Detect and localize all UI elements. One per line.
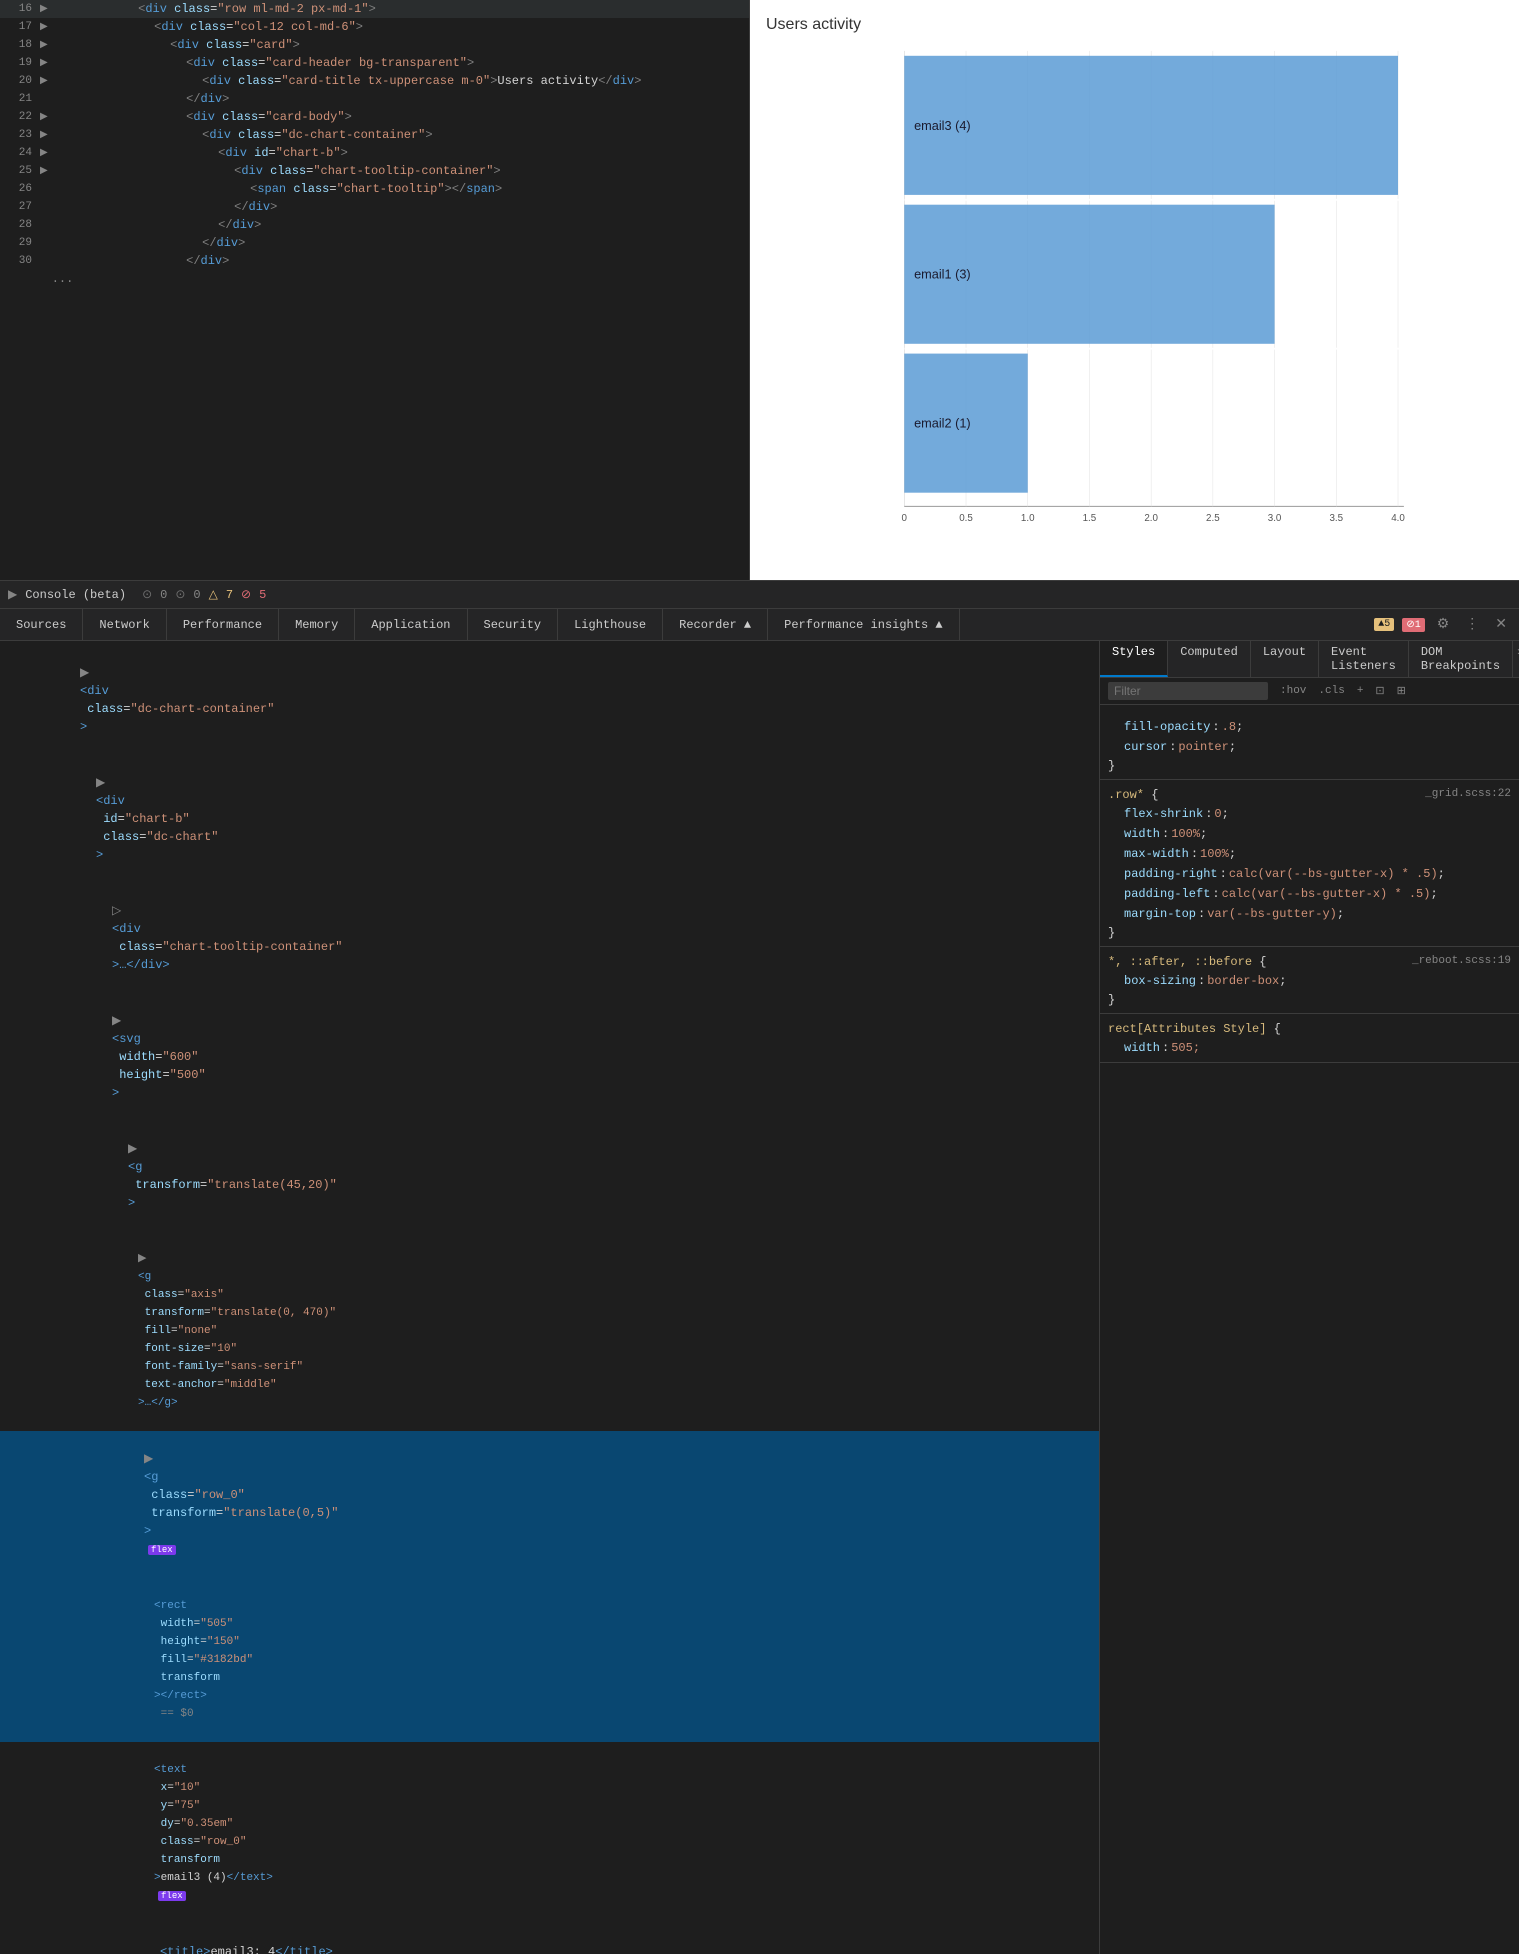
- more-options-icon[interactable]: ⋮: [1461, 614, 1483, 635]
- dom-line-6[interactable]: ▶ <g class="axis" transform="translate(0…: [0, 1231, 1099, 1431]
- styles-filter-input[interactable]: [1108, 682, 1268, 700]
- console-bar: ▶ Console (beta) ⊙ 0 ⊙ 0 △ 7 ⊘ 5: [0, 581, 1519, 609]
- styles-content: fill-opacity : .8 ; cursor : pointer ; }: [1100, 705, 1519, 1954]
- styles-tabs: Styles Computed Layout Event Listeners D…: [1100, 641, 1519, 678]
- dom-line-2[interactable]: ▶ <div id="chart-b" class="dc-chart" >: [0, 755, 1099, 883]
- tab-sources[interactable]: Sources: [0, 609, 83, 641]
- dom-line-5[interactable]: ▶ <g transform="translate(45,20)" >: [0, 1121, 1099, 1231]
- badge-count-2: 0: [193, 588, 200, 602]
- add-style-filter[interactable]: +: [1353, 684, 1368, 698]
- styles-tab-dom-breakpoints[interactable]: DOM Breakpoints: [1409, 641, 1513, 677]
- styles-tab-event-listeners[interactable]: Event Listeners: [1319, 641, 1409, 677]
- css-prop-margin-top: margin-top : var(--bs-gutter-y) ;: [1100, 904, 1519, 924]
- bar-label-email2: email2 (1): [914, 416, 971, 431]
- style-selector-2: .row* {: [1108, 788, 1158, 802]
- dom-line-7[interactable]: ▶ <g class="row_0" transform="translate(…: [0, 1431, 1099, 1578]
- tab-application[interactable]: Application: [355, 609, 467, 641]
- tab-security[interactable]: Security: [468, 609, 559, 641]
- css-prop-width-rect: width : 505;: [1100, 1038, 1519, 1058]
- styles-tab-styles[interactable]: Styles: [1100, 641, 1168, 677]
- copy-style-filter[interactable]: ⊡: [1371, 683, 1388, 699]
- devtools-tabs-bar: Sources Network Performance Memory Appli…: [0, 609, 1519, 641]
- styles-more-icon[interactable]: »: [1513, 641, 1519, 677]
- css-prop-cursor: cursor : pointer ;: [1100, 737, 1519, 757]
- main-container: 16 ▶ <div class="row ml-md-2 px-md-1"> 1…: [0, 0, 1519, 977]
- bar-email3[interactable]: [904, 56, 1398, 195]
- style-selector-3: *, ::after, ::before {: [1108, 955, 1266, 969]
- top-section: 16 ▶ <div class="row ml-md-2 px-md-1"> 1…: [0, 0, 1519, 580]
- devtools-content: ▶ <div class="dc-chart-container" > ▶ <d…: [0, 641, 1519, 1954]
- tab-performance-insights[interactable]: Performance insights ▲: [768, 609, 959, 641]
- hov-filter[interactable]: :hov: [1276, 684, 1310, 698]
- badge-circle-2: ⊙: [175, 587, 185, 602]
- badge-error-count: 5: [259, 588, 266, 602]
- styles-panel: Styles Computed Layout Event Listeners D…: [1099, 641, 1519, 1954]
- html-code-lines: 16 ▶ <div class="row ml-md-2 px-md-1"> 1…: [0, 0, 749, 580]
- chart-panel: Users activity ema: [750, 0, 1519, 580]
- chart-title: Users activity: [766, 16, 1503, 34]
- code-panel: 16 ▶ <div class="row ml-md-2 px-md-1"> 1…: [0, 0, 750, 580]
- x-axis-30: 3.0: [1268, 513, 1282, 524]
- code-line-30: 30 ▶ </div>: [0, 252, 749, 270]
- x-axis-0: 0: [902, 513, 908, 524]
- filter-buttons: :hov .cls + ⊡ ⊞: [1276, 683, 1410, 699]
- dom-line-9[interactable]: <text x="10" y="75" dy="0.35em" class="r…: [0, 1742, 1099, 1924]
- x-axis-40: 4.0: [1391, 513, 1405, 524]
- css-prop-max-width: max-width : 100% ;: [1100, 844, 1519, 864]
- tab-network[interactable]: Network: [83, 609, 166, 641]
- styles-filter: :hov .cls + ⊡ ⊞: [1100, 678, 1519, 705]
- style-source-3: _reboot.scss:19: [1412, 955, 1511, 969]
- badge-error-icon: ⊘: [241, 587, 251, 602]
- css-prop-padding-right: padding-right : calc(var(--bs-gutter-x) …: [1100, 864, 1519, 884]
- error-badge: ⊘1: [1402, 618, 1424, 632]
- console-label[interactable]: Console (beta): [25, 588, 126, 602]
- bar-label-email1: email1 (3): [914, 267, 971, 282]
- styles-tab-computed[interactable]: Computed: [1168, 641, 1251, 677]
- chart-svg: email3 (4) email1 (3) email2 (1) 0 0.5 1…: [766, 46, 1503, 526]
- tab-memory[interactable]: Memory: [279, 609, 355, 641]
- badge-circle-1: ⊙: [142, 587, 152, 602]
- close-icon[interactable]: ✕: [1491, 614, 1511, 635]
- dom-line-8[interactable]: <rect width="505" height="150" fill="#31…: [0, 1578, 1099, 1742]
- css-prop-box-sizing: box-sizing : border-box ;: [1100, 971, 1519, 991]
- dom-line-10[interactable]: <title>email3: 4</title>: [0, 1924, 1099, 1954]
- dom-line-4[interactable]: ▶ <svg width="600" height="500" >: [0, 993, 1099, 1121]
- style-rule-3: *, ::after, ::before { _reboot.scss:19 b…: [1100, 949, 1519, 1014]
- dom-line-1[interactable]: ▶ <div class="dc-chart-container" >: [0, 645, 1099, 755]
- devtools-section: ▶ Console (beta) ⊙ 0 ⊙ 0 △ 7 ⊘ 5 Sources…: [0, 580, 1519, 1954]
- more-style-filter[interactable]: ⊞: [1393, 683, 1410, 699]
- style-rule-4: rect[Attributes Style] { width : 505;: [1100, 1016, 1519, 1063]
- x-axis-20: 2.0: [1144, 513, 1158, 524]
- dom-panel: ▶ <div class="dc-chart-container" > ▶ <d…: [0, 641, 1099, 1954]
- warn-badge: ▲5: [1374, 618, 1394, 631]
- x-axis-15: 1.5: [1083, 513, 1097, 524]
- tab-recorder[interactable]: Recorder ▲: [663, 609, 768, 641]
- settings-icon[interactable]: ⚙: [1433, 614, 1454, 635]
- style-rule-2: .row* { _grid.scss:22 flex-shrink : 0 ; …: [1100, 782, 1519, 947]
- console-arrow: ▶: [8, 587, 17, 602]
- chart-area: email3 (4) email1 (3) email2 (1) 0 0.5 1…: [766, 46, 1503, 546]
- tab-tools: ▲5 ⊘1 ⚙ ⋮ ✕: [1374, 614, 1519, 635]
- tab-performance[interactable]: Performance: [167, 609, 279, 641]
- cls-filter[interactable]: .cls: [1314, 684, 1348, 698]
- x-axis-05: 0.5: [959, 513, 973, 524]
- x-axis-25: 2.5: [1206, 513, 1220, 524]
- css-prop-padding-left: padding-left : calc(var(--bs-gutter-x) *…: [1100, 884, 1519, 904]
- bar-label-email3: email3 (4): [914, 118, 971, 133]
- style-rule-1: fill-opacity : .8 ; cursor : pointer ; }: [1100, 709, 1519, 780]
- badge-warn-icon: △: [209, 587, 218, 602]
- x-axis-35: 3.5: [1329, 513, 1343, 524]
- badge-warn-count: 7: [226, 588, 233, 602]
- styles-tab-layout[interactable]: Layout: [1251, 641, 1319, 677]
- tab-lighthouse[interactable]: Lighthouse: [558, 609, 663, 641]
- flex-badge-2: flex: [158, 1891, 186, 1901]
- style-selector-4: rect[Attributes Style] {: [1108, 1022, 1281, 1036]
- style-source-2: _grid.scss:22: [1425, 788, 1511, 802]
- css-prop-width: width : 100% ;: [1100, 824, 1519, 844]
- flex-badge-1: flex: [148, 1545, 176, 1555]
- css-prop-fill-opacity: fill-opacity : .8 ;: [1100, 717, 1519, 737]
- css-prop-flex-shrink: flex-shrink : 0 ;: [1100, 804, 1519, 824]
- badge-count-1: 0: [160, 588, 167, 602]
- x-axis-10: 1.0: [1021, 513, 1035, 524]
